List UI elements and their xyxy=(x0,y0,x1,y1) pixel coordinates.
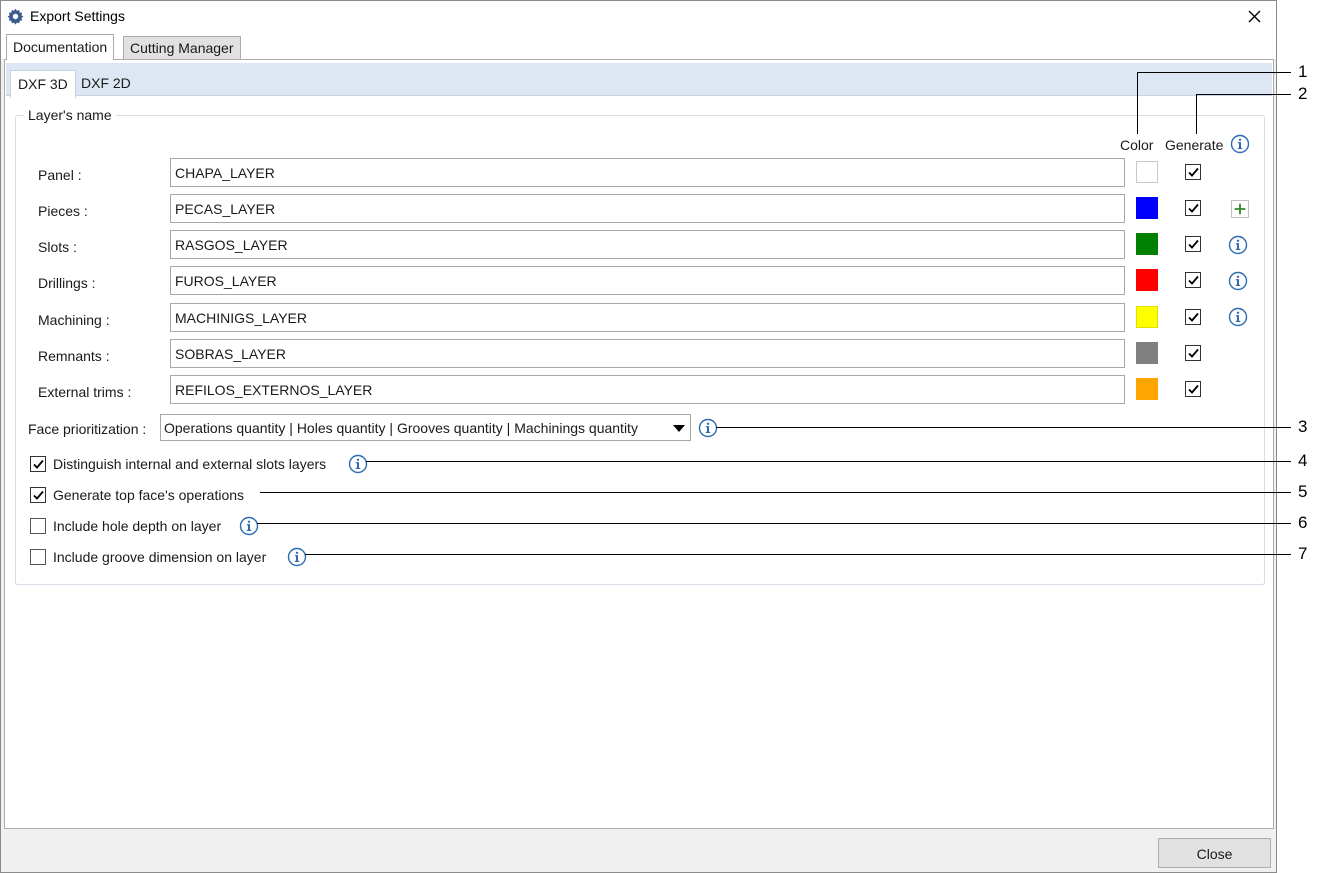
callout-7: 7 xyxy=(1298,544,1308,563)
tab-content: DXF 3D DXF 2D Layer's name Color Generat… xyxy=(4,59,1274,829)
groove-dimension-checkbox[interactable] xyxy=(30,549,46,565)
slots-layer-input[interactable]: RASGOS_LAYER xyxy=(170,230,1125,259)
callout-line-3 xyxy=(716,427,1291,428)
pieces-generate-checkbox[interactable] xyxy=(1185,200,1201,216)
top-face-operations-label: Generate top face's operations xyxy=(53,487,245,503)
callout-4: 4 xyxy=(1298,451,1308,470)
face-prioritization-value: Operations quantity | Holes quantity | G… xyxy=(164,420,638,436)
machining-color-swatch[interactable] xyxy=(1136,306,1158,328)
machining-layer-input[interactable]: MACHINIGS_LAYER xyxy=(170,303,1125,332)
callout-line-1-vertical xyxy=(1137,72,1138,134)
callout-line-6 xyxy=(257,523,1291,524)
callout-6: 6 xyxy=(1298,513,1308,532)
inner-tab-strip: DXF 3D DXF 2D xyxy=(6,63,1272,98)
face-prioritization-select[interactable]: Operations quantity | Holes quantity | G… xyxy=(160,414,691,441)
close-icon[interactable] xyxy=(1241,5,1267,29)
external-trims-color-swatch[interactable] xyxy=(1136,378,1158,400)
drillings-color-swatch[interactable] xyxy=(1136,269,1158,291)
hole-depth-label: Include hole depth on layer xyxy=(53,518,222,534)
layers-group: Layer's name Color Generate Panel : CHAP… xyxy=(15,107,1265,585)
info-icon[interactable] xyxy=(1228,271,1248,291)
drillings-generate-checkbox[interactable] xyxy=(1185,272,1201,288)
info-icon[interactable] xyxy=(698,418,718,438)
callout-line-5 xyxy=(260,492,1291,493)
remnants-generate-checkbox[interactable] xyxy=(1185,345,1201,361)
panel-color-swatch[interactable] xyxy=(1136,161,1158,183)
color-header: Color xyxy=(1120,137,1154,153)
callout-line-1-horizontal xyxy=(1137,72,1291,73)
callout-line-4 xyxy=(366,461,1291,462)
callout-1: 1 xyxy=(1298,62,1308,81)
remnants-color-swatch[interactable] xyxy=(1136,342,1158,364)
distinguish-slots-label: Distinguish internal and external slots … xyxy=(53,456,327,472)
info-icon[interactable] xyxy=(1230,134,1250,154)
machining-generate-checkbox[interactable] xyxy=(1185,309,1201,325)
remnants-layer-input[interactable]: SOBRAS_LAYER xyxy=(170,339,1125,368)
info-icon[interactable] xyxy=(1228,307,1248,327)
slots-color-swatch[interactable] xyxy=(1136,233,1158,255)
close-button[interactable]: Close xyxy=(1158,838,1271,868)
layer-label-panel: Panel : xyxy=(38,167,82,183)
callout-line-7 xyxy=(305,554,1291,555)
info-icon[interactable] xyxy=(239,516,259,536)
external-trims-layer-input[interactable]: REFILOS_EXTERNOS_LAYER xyxy=(170,375,1125,404)
layer-label-remnants: Remnants : xyxy=(38,348,110,364)
group-legend: Layer's name xyxy=(24,107,116,123)
outer-tab-strip: Documentation Cutting Manager xyxy=(1,33,1276,60)
layer-label-machining: Machining : xyxy=(38,312,110,328)
distinguish-slots-checkbox[interactable] xyxy=(30,456,46,472)
title-bar: Export Settings xyxy=(1,1,1276,33)
external-trims-generate-checkbox[interactable] xyxy=(1185,381,1201,397)
layer-label-slots: Slots : xyxy=(38,239,77,255)
top-face-operations-checkbox[interactable] xyxy=(30,487,46,503)
gear-icon xyxy=(7,8,24,25)
groove-dimension-label: Include groove dimension on layer xyxy=(53,549,267,565)
tab-dxf-2d[interactable]: DXF 2D xyxy=(74,70,138,96)
callout-5: 5 xyxy=(1298,482,1308,501)
tab-dxf-3d[interactable]: DXF 3D xyxy=(10,70,76,98)
info-icon[interactable] xyxy=(287,547,307,567)
panel-generate-checkbox[interactable] xyxy=(1185,164,1201,180)
layer-label-external-trims: External trims : xyxy=(38,384,132,400)
layer-label-pieces: Pieces : xyxy=(38,203,88,219)
export-settings-window: Export Settings Documentation Cutting Ma… xyxy=(0,0,1277,873)
tab-cutting-manager[interactable]: Cutting Manager xyxy=(123,36,241,60)
callout-2: 2 xyxy=(1298,84,1308,103)
callout-line-2-horizontal xyxy=(1196,94,1291,95)
hole-depth-checkbox[interactable] xyxy=(30,518,46,534)
panel-layer-input[interactable]: CHAPA_LAYER xyxy=(170,158,1125,187)
callout-3: 3 xyxy=(1298,417,1308,436)
window-title: Export Settings xyxy=(30,8,125,24)
pieces-layer-input[interactable]: PECAS_LAYER xyxy=(170,194,1125,223)
info-icon[interactable] xyxy=(1228,235,1248,255)
layer-label-drillings: Drillings : xyxy=(38,275,96,291)
dropdown-arrow-icon[interactable] xyxy=(673,425,685,432)
tab-documentation[interactable]: Documentation xyxy=(6,34,115,60)
generate-header: Generate xyxy=(1165,137,1224,153)
info-icon[interactable] xyxy=(348,454,368,474)
slots-generate-checkbox[interactable] xyxy=(1185,236,1201,252)
face-prioritization-label: Face prioritization : xyxy=(28,421,147,437)
drillings-layer-input[interactable]: FUROS_LAYER xyxy=(170,266,1125,295)
callout-line-2-vertical xyxy=(1196,94,1197,134)
plus-icon[interactable] xyxy=(1231,200,1249,218)
pieces-color-swatch[interactable] xyxy=(1136,197,1158,219)
